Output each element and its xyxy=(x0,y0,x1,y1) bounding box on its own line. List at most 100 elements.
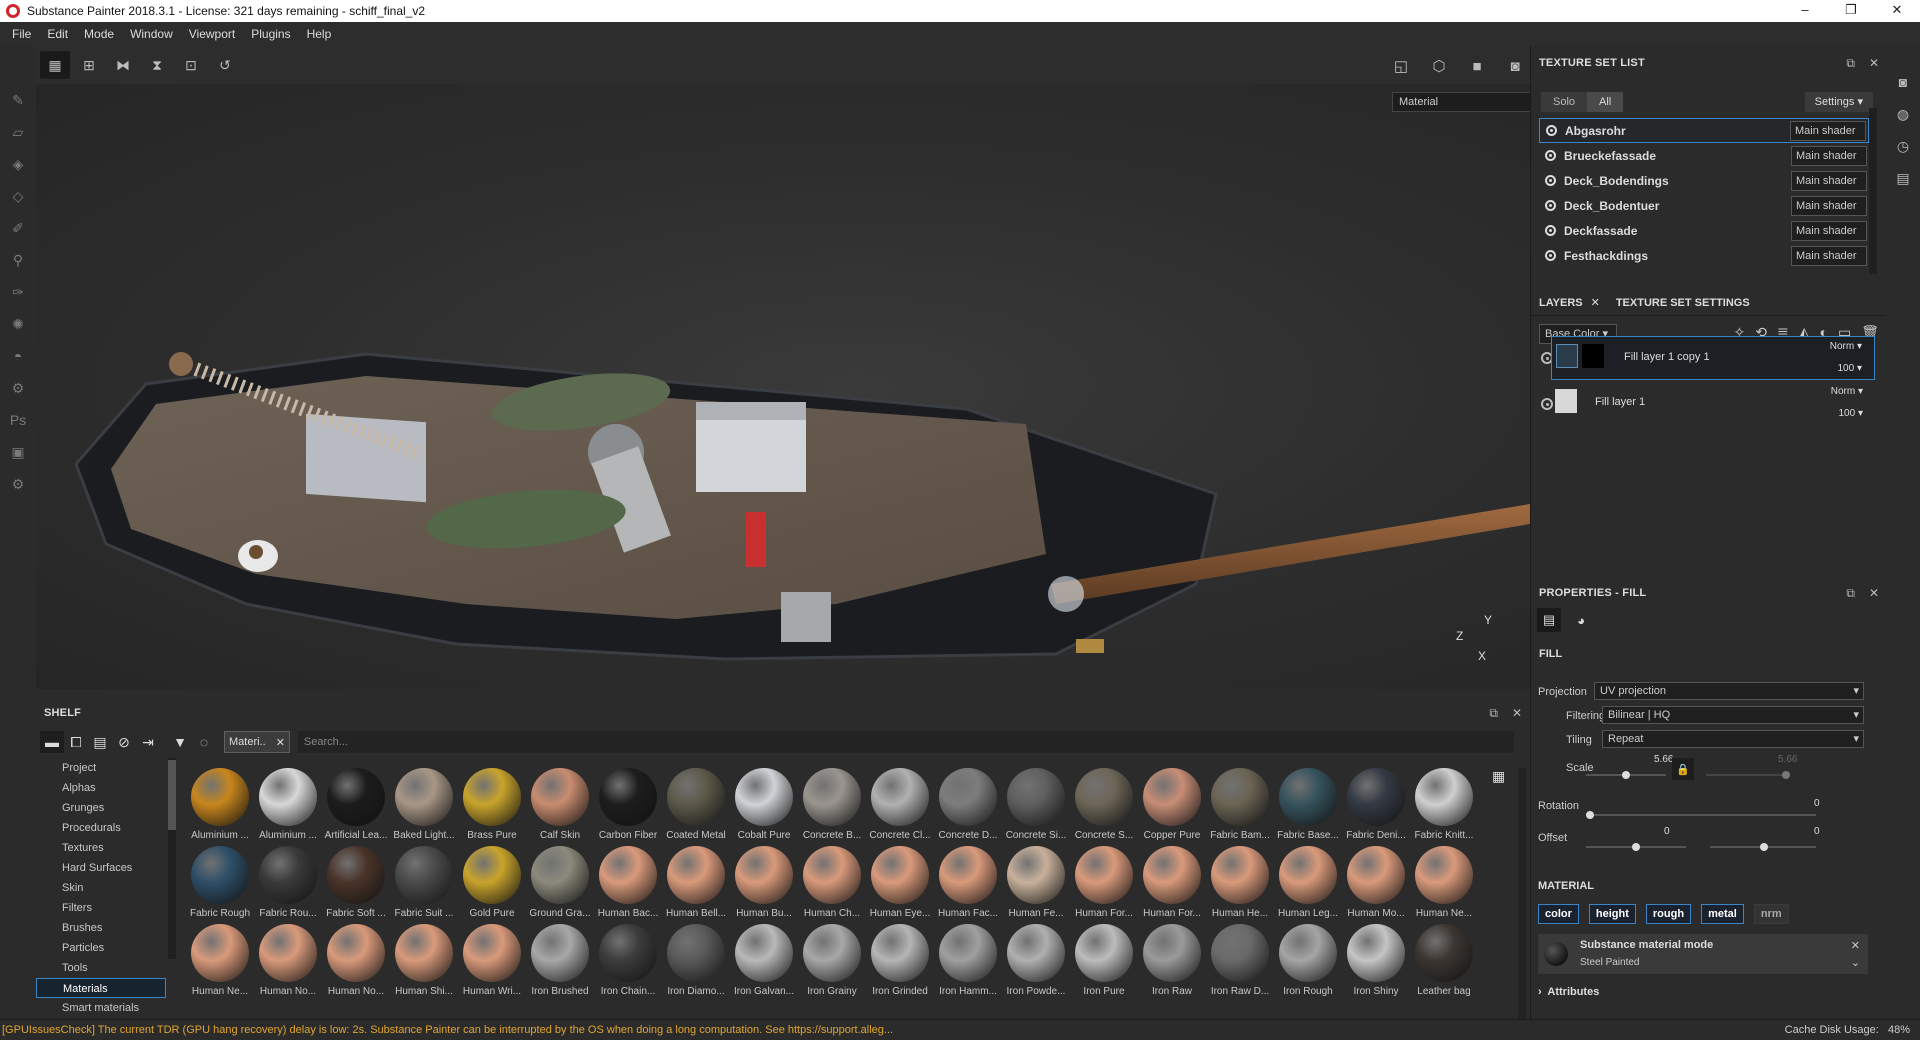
video-camera-icon[interactable]: ■ xyxy=(1462,52,1492,80)
material-tile[interactable]: Fabric Deni... xyxy=(1342,768,1410,846)
material-tile[interactable]: Aluminium ... xyxy=(186,768,254,846)
display-settings-icon[interactable]: ◙ xyxy=(1886,66,1920,98)
material-tile[interactable]: Human Fac... xyxy=(934,846,1002,924)
material-tile[interactable]: Iron Powde... xyxy=(1002,924,1070,1002)
hide-icon[interactable]: ⊘ xyxy=(112,731,136,753)
material-tile[interactable]: Carbon Fiber xyxy=(594,768,662,846)
category-particles[interactable]: Particles xyxy=(36,938,166,958)
material-tile[interactable]: Concrete Si... xyxy=(1002,768,1070,846)
category-textures[interactable]: Textures xyxy=(36,838,166,858)
filtering-select[interactable]: Bilinear | HQ xyxy=(1602,706,1864,724)
material-tile[interactable]: Iron Chain... xyxy=(594,924,662,1002)
category-tools[interactable]: Tools xyxy=(36,958,166,978)
material-tile[interactable]: Iron Raw xyxy=(1138,924,1206,1002)
material-tile[interactable]: Human Wri... xyxy=(458,924,526,1002)
material-tile[interactable]: Human Shi... xyxy=(390,924,458,1002)
category-hard-surfaces[interactable]: Hard Surfaces xyxy=(36,858,166,878)
material-tile[interactable]: Human Eye... xyxy=(866,846,934,924)
material-tile[interactable]: Human No... xyxy=(322,924,390,1002)
material-tile[interactable]: Fabric Rou... xyxy=(254,846,322,924)
offset-x-slider[interactable] xyxy=(1586,843,1686,851)
expand-material-icon[interactable]: ⌄ xyxy=(1851,956,1860,969)
material-tile[interactable]: Human Ne... xyxy=(186,924,254,1002)
grid-view-icon[interactable]: ▦ xyxy=(40,51,70,79)
frame-icon[interactable]: ⊡ xyxy=(176,51,206,79)
category-filters[interactable]: Filters xyxy=(36,898,166,918)
material-tile[interactable]: Fabric Rough xyxy=(186,846,254,924)
material-tile[interactable]: Leather bag xyxy=(1410,924,1478,1002)
photoshop-export-icon[interactable]: Ps xyxy=(0,404,36,436)
material-tile[interactable]: Human Bell... xyxy=(662,846,730,924)
material-tile[interactable]: Human No... xyxy=(254,924,322,1002)
material-tile[interactable]: Iron Brushed xyxy=(526,924,594,1002)
undock-icon[interactable]: ⧉ xyxy=(1489,706,1498,721)
settings-gear-icon[interactable]: ⚙ xyxy=(0,372,36,404)
material-tile[interactable]: Human He... xyxy=(1206,846,1274,924)
channel-rough-toggle[interactable]: rough xyxy=(1645,904,1692,924)
attributes-section[interactable]: › Attributes xyxy=(1538,986,1599,998)
menu-viewport[interactable]: Viewport xyxy=(181,27,243,41)
new-item-icon[interactable]: ⧠ xyxy=(64,731,88,753)
material-tile[interactable]: Fabric Base... xyxy=(1274,768,1342,846)
paint-brush-icon[interactable]: ✎ xyxy=(0,84,36,116)
substance-material-box[interactable]: Substance material mode Steel Painted ✕ … xyxy=(1538,934,1868,974)
material-tile[interactable]: Iron Diamo... xyxy=(662,924,730,1002)
material-tile[interactable]: Iron Grinded xyxy=(866,924,934,1002)
material-tile[interactable]: Iron Pure xyxy=(1070,924,1138,1002)
save-icon[interactable]: ▤ xyxy=(88,731,112,753)
refresh-icon[interactable]: ◌ xyxy=(192,731,216,753)
close-window-button[interactable]: ✕ xyxy=(1874,0,1920,22)
material-tile[interactable]: Human Mo... xyxy=(1342,846,1410,924)
menu-file[interactable]: File xyxy=(4,27,39,41)
bake-icon[interactable]: ✺ xyxy=(0,308,36,340)
material-tile[interactable]: Iron Raw D... xyxy=(1206,924,1274,1002)
filter-chip[interactable]: Materi.. ✕ xyxy=(224,731,290,753)
offset-y-slider-knob[interactable] xyxy=(1760,843,1768,851)
material-tile[interactable]: Baked Light... xyxy=(390,768,458,846)
material-tile[interactable]: Human Ch... xyxy=(798,846,866,924)
menu-mode[interactable]: Mode xyxy=(76,27,122,41)
polygon-fill-icon[interactable]: ◇ xyxy=(0,180,36,212)
category-project[interactable]: Project xyxy=(36,758,166,778)
rotation-slider-knob[interactable] xyxy=(1586,811,1594,819)
material-tile[interactable]: Human For... xyxy=(1138,846,1206,924)
history-icon[interactable]: ↺ xyxy=(210,51,240,79)
material-tile[interactable]: Cobalt Pure xyxy=(730,768,798,846)
material-tile[interactable]: Human Ne... xyxy=(1410,846,1478,924)
material-tile[interactable]: Concrete B... xyxy=(798,768,866,846)
scale-slider-knob[interactable] xyxy=(1622,771,1630,779)
material-tile[interactable]: Iron Galvan... xyxy=(730,924,798,1002)
category-alphas[interactable]: Alphas xyxy=(36,778,166,798)
category-materials[interactable]: Materials xyxy=(36,978,166,998)
cube-icon[interactable]: ⬡ xyxy=(1424,52,1454,80)
material-tile[interactable]: Gold Pure xyxy=(458,846,526,924)
filter-icon[interactable]: ▼ xyxy=(168,731,192,753)
category-smart-materials[interactable]: Smart materials xyxy=(36,998,166,1018)
offset-y-slider[interactable] xyxy=(1710,843,1816,851)
3d-viewport[interactable]: Material Z Y X xyxy=(36,84,1530,689)
maximize-button[interactable]: ❐ xyxy=(1828,0,1874,22)
menu-plugins[interactable]: Plugins xyxy=(243,27,298,41)
shelf-close-icon[interactable]: ✕ xyxy=(1512,706,1522,721)
material-tile[interactable]: Coated Metal xyxy=(662,768,730,846)
color-picker-icon[interactable]: ✑ xyxy=(0,276,36,308)
projection-select[interactable]: UV projection xyxy=(1594,682,1864,700)
material-tile[interactable]: Fabric Bam... xyxy=(1206,768,1274,846)
material-tile[interactable]: Aluminium ... xyxy=(254,768,322,846)
material-tile[interactable]: Human Leg... xyxy=(1274,846,1342,924)
scale-slider-secondary[interactable] xyxy=(1706,771,1790,779)
menu-help[interactable]: Help xyxy=(299,27,340,41)
material-tile[interactable]: Fabric Soft ... xyxy=(322,846,390,924)
preferences-icon[interactable]: ⚙ xyxy=(0,468,36,500)
material-tile[interactable]: Concrete Cl... xyxy=(866,768,934,846)
material-tile[interactable]: Human For... xyxy=(1070,846,1138,924)
smudge-icon[interactable]: ✐ xyxy=(0,212,36,244)
clone-stamp-icon[interactable]: ⚲ xyxy=(0,244,36,276)
material-tile[interactable]: Iron Grainy xyxy=(798,924,866,1002)
scale-slider-secondary-knob[interactable] xyxy=(1782,771,1790,779)
material-tile[interactable]: Concrete S... xyxy=(1070,768,1138,846)
projection-icon[interactable]: ◈ xyxy=(0,148,36,180)
category-brushes[interactable]: Brushes xyxy=(36,918,166,938)
material-tile[interactable]: Concrete D... xyxy=(934,768,1002,846)
menu-edit[interactable]: Edit xyxy=(39,27,76,41)
